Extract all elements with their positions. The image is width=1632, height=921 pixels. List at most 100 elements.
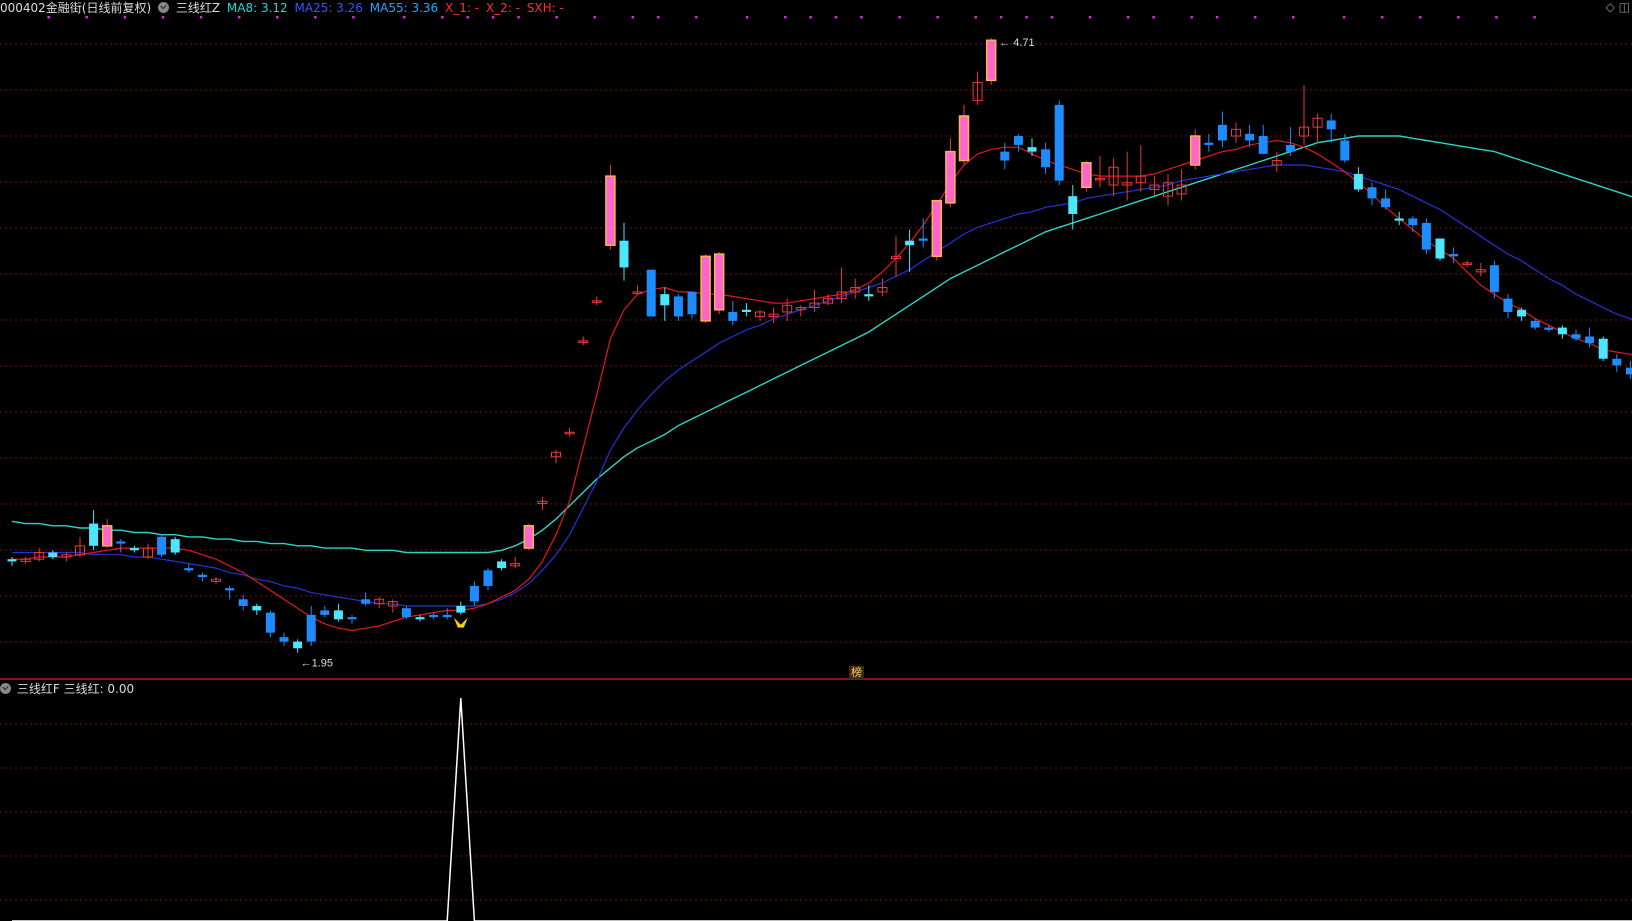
candle-body-down (1408, 218, 1418, 226)
top-marker (352, 16, 355, 19)
candle-body-down (1489, 265, 1499, 292)
candle-body-down (129, 548, 139, 551)
candle-body-down (238, 599, 248, 606)
candle-body-down (673, 296, 683, 317)
candle-body-down (1503, 298, 1513, 312)
candle-body-down (864, 294, 874, 297)
candle-body-down (429, 614, 439, 618)
candle-body-down (170, 539, 180, 553)
top-marker (1025, 16, 1028, 19)
top-marker (123, 16, 127, 19)
top-marker (784, 16, 787, 19)
top-marker (1342, 16, 1346, 19)
candle-body-up (700, 255, 711, 322)
candle-body-up (958, 115, 970, 162)
candle-body-up (101, 525, 113, 547)
candle-body-down (1381, 198, 1391, 208)
candle-body-down (483, 570, 493, 586)
top-marker (745, 16, 749, 19)
candle-body-down (918, 238, 928, 241)
candle-body-down (646, 269, 656, 317)
top-marker (1292, 16, 1295, 19)
candle-body-down (1245, 133, 1255, 141)
candle-body-up (1189, 135, 1201, 166)
candle-body-down (1068, 196, 1078, 214)
candle-body-down (660, 294, 670, 306)
candle-body-down (1217, 124, 1227, 141)
candle-body-down (7, 559, 17, 562)
candle-body-down (320, 610, 330, 615)
check-circle-icon[interactable] (0, 683, 11, 694)
candle-body-up (605, 175, 616, 246)
top-right-controls: ◇ ◫ (1606, 0, 1630, 14)
high-price-label: ← 4.71 (999, 37, 1034, 49)
diamond-icon[interactable]: ◇ (1606, 0, 1615, 14)
candle-body-down (442, 614, 452, 618)
buy-signal-icon (453, 617, 468, 628)
indicator-name[interactable]: 三线红Z (176, 1, 220, 15)
candle-body-down (401, 608, 411, 618)
top-marker (936, 16, 939, 19)
top-marker (860, 16, 863, 19)
top-marker (1253, 16, 1257, 19)
candle-body-down (1000, 151, 1010, 161)
top-marker (517, 16, 520, 19)
candle-body-up (1081, 162, 1092, 189)
candle-body-down (1041, 149, 1051, 168)
candle-body-up (931, 199, 943, 258)
candle-body-down (1585, 336, 1595, 344)
stock-title[interactable]: 000402金融街(日线前复权) (0, 1, 151, 15)
candle-body-down (333, 610, 343, 620)
candle-body-down (1571, 334, 1581, 339)
top-marker (1419, 16, 1422, 19)
top-marker (47, 16, 50, 19)
candle-body-up (945, 150, 956, 204)
candle-body-up (985, 39, 997, 82)
candle-body-down (1449, 254, 1459, 257)
candle-body-down (1612, 358, 1622, 366)
top-marker (403, 16, 406, 19)
candle-body-down (1204, 142, 1214, 145)
candle-body-down (1027, 147, 1037, 152)
top-marker (593, 16, 596, 19)
candle-body-down (89, 523, 99, 546)
top-marker (161, 16, 165, 19)
candle-body-down (197, 574, 207, 578)
window-restore-icon[interactable]: ◫ (1619, 0, 1630, 14)
sub-indicator-name[interactable]: 三线红F (17, 682, 60, 696)
candle-body-down (1435, 238, 1445, 259)
top-marker (695, 16, 698, 19)
candle-body-up (713, 253, 725, 311)
candle-body-down (279, 637, 289, 642)
ma25-line (12, 164, 1632, 607)
top-marker (1126, 16, 1130, 19)
signal-line (12, 697, 1632, 921)
low-price-label: ←1.95 (301, 658, 333, 670)
candle-body-down (1394, 218, 1404, 221)
candle-body-down (361, 599, 371, 604)
top-marker (1050, 16, 1054, 19)
candle-body-down (728, 311, 738, 321)
top-marker (1380, 16, 1384, 19)
candle-body-down (1285, 144, 1295, 152)
top-marker (657, 16, 660, 19)
top-marker (974, 16, 977, 19)
top-marker (199, 16, 203, 19)
sub-indicator-value: 三线红: 0.00 (63, 682, 135, 696)
candle-body-down (116, 541, 126, 544)
rank-badge[interactable]: 榜 (849, 666, 864, 679)
candle-body-down (1421, 222, 1431, 250)
candle-body-down (1544, 327, 1554, 330)
check-circle-icon[interactable] (158, 2, 170, 13)
candle-body-down (469, 585, 479, 602)
candle-body-down (415, 617, 425, 620)
top-marker (555, 16, 558, 19)
candle-body-down (265, 612, 275, 633)
x1-value: X_1: - (445, 1, 480, 15)
candle-body-down (687, 291, 697, 315)
kline-chart[interactable]: ← 4.71 ←1.95 (0, 0, 1632, 921)
candle-body-down (1557, 327, 1567, 335)
top-marker (466, 16, 469, 19)
main-chart-header: 000402金融街(日线前复权) 三线红Z MA8: 3.12 MA25: 3.… (0, 0, 1632, 16)
candle-body-down (497, 561, 507, 569)
